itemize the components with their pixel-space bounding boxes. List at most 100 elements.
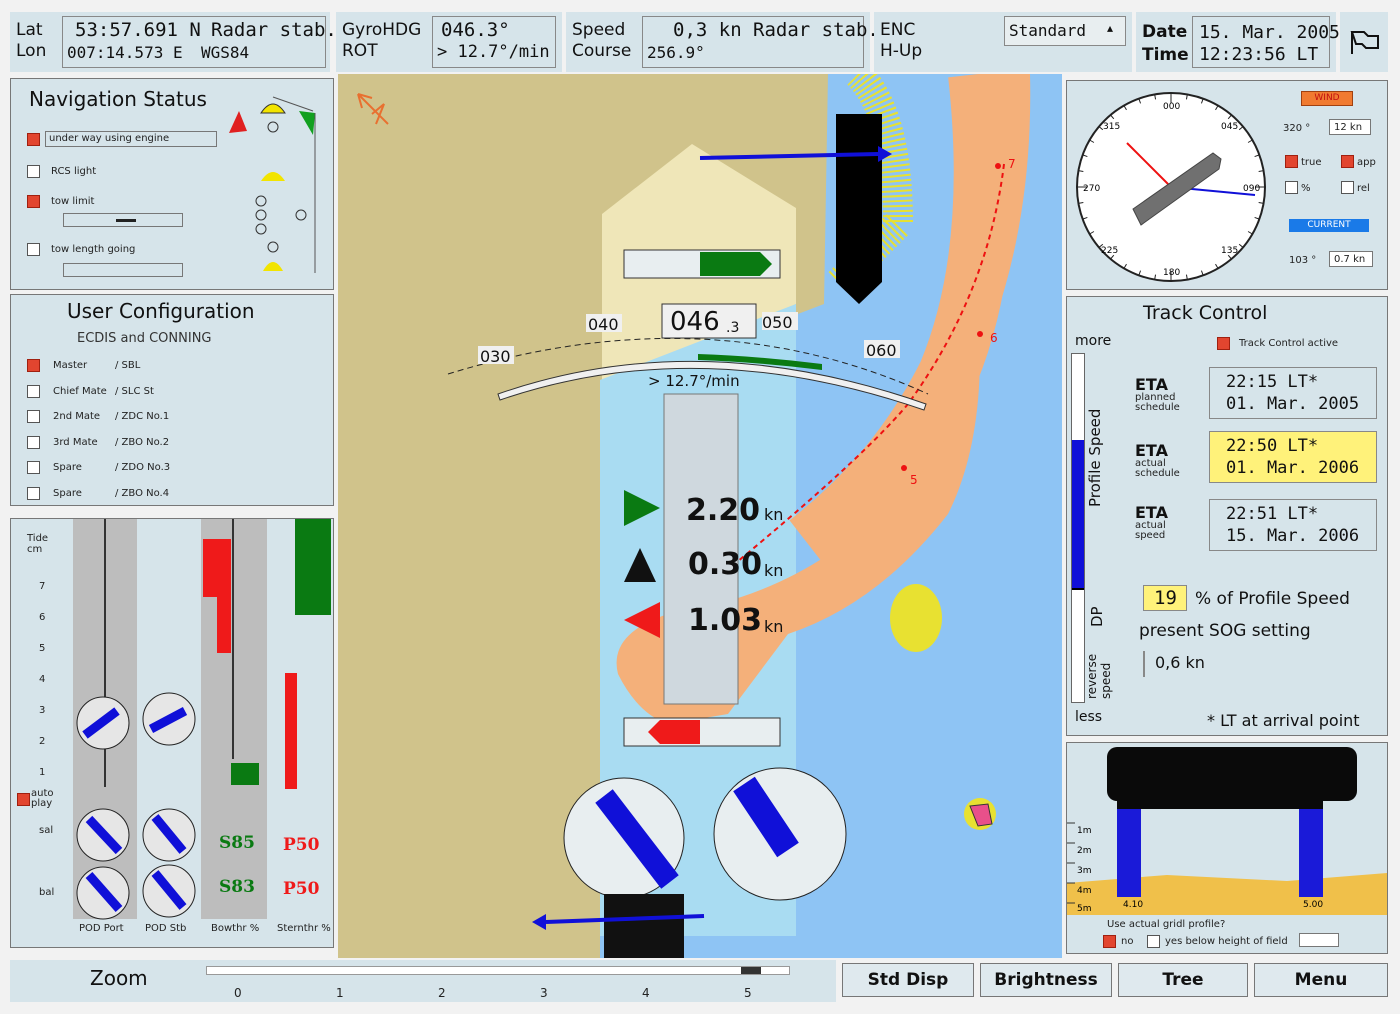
speed-ahead-bar <box>700 252 772 276</box>
bal-label: bal <box>39 887 55 898</box>
eta1-sub: planned schedule <box>1135 392 1180 413</box>
scale-label: Tide cm <box>27 533 49 555</box>
user-configuration-panel: User Configuration ECDIS and CONNING Mas… <box>10 294 334 506</box>
enc-cell: ENC H-Up Standard ▴ <box>874 12 1132 72</box>
scale-tick: 3 <box>39 705 46 716</box>
user-role-label: Master <box>53 360 88 371</box>
time-value: 12:23:56 LT <box>1199 44 1319 65</box>
eta3-sub: actual speed <box>1135 520 1166 541</box>
display-mode-value: Standard <box>1009 21 1087 40</box>
user-station-label: / ZBO No.2 <box>115 436 170 448</box>
long-speed: 2.20 <box>686 493 760 528</box>
depth-2: 2m <box>1077 846 1092 856</box>
compass-ne: 045 <box>1221 122 1238 132</box>
lon-value: 007:14.573 E <box>67 43 183 62</box>
user-config-checkbox[interactable] <box>27 461 40 474</box>
nav-checkbox-2[interactable] <box>27 195 40 208</box>
compass-w: 270 <box>1083 184 1100 194</box>
user-config-checkbox[interactable] <box>27 384 40 398</box>
wp-label-0: 7 <box>1008 157 1016 171</box>
zoom-tick: 0 <box>234 986 242 1000</box>
display-mode-select[interactable]: Standard ▴ <box>1004 16 1126 46</box>
wind-rel-checkbox[interactable] <box>1341 181 1354 194</box>
user-config-checkbox[interactable] <box>27 410 40 423</box>
stern-value: P50 <box>283 835 320 855</box>
nautical-chart[interactable]: 7 6 5 046 .3 040 050 030 060 > 12.7°/min… <box>338 74 1062 958</box>
wind-compass[interactable]: 000 045 090 135 180 225 270 315 <box>1071 87 1271 287</box>
percent-field[interactable]: 19 <box>1143 585 1187 611</box>
hdg-tick-040: 040 <box>588 315 619 334</box>
wind-true-checkbox[interactable] <box>1285 155 1298 168</box>
zoom-tick: 5 <box>744 986 752 1000</box>
zoom-tick: 1 <box>336 986 344 1000</box>
eta2-box: 22:50 LT* 01. Mar. 2006 <box>1209 431 1377 483</box>
tree-button[interactable]: Tree <box>1118 963 1248 997</box>
clearance-no-label: no <box>1121 936 1134 947</box>
speed-mode: Radar stab. <box>753 19 879 41</box>
user-config-checkbox[interactable] <box>27 486 40 500</box>
brightness-button[interactable]: Brightness <box>980 963 1112 997</box>
eta2-time: 22:50 LT* <box>1226 436 1319 456</box>
std-disp-button[interactable]: Std Disp <box>842 963 974 997</box>
nav-item-0-slot[interactable]: under way using engine <box>45 131 217 147</box>
flag-cell[interactable] <box>1340 12 1388 72</box>
pod-port-dial[interactable] <box>76 696 130 750</box>
eta3-box: 22:51 LT* 15. Mar. 2006 <box>1209 499 1377 551</box>
flag-icon[interactable] <box>1348 26 1382 56</box>
auto-play-checkbox[interactable] <box>17 793 30 806</box>
auto-play-label: auto play <box>31 788 54 809</box>
clearance-yes-checkbox[interactable] <box>1147 935 1160 948</box>
bowthr-bar-red-2 <box>217 597 231 653</box>
user-role-label: Chief Mate <box>53 385 107 397</box>
depth-3: 3m <box>1077 866 1092 876</box>
nav-checkbox-3[interactable] <box>27 243 40 256</box>
clearance-question: Use actual gridl profile? <box>1107 919 1226 930</box>
wind-dir: 320 ° <box>1283 123 1311 134</box>
zoom-tick: 4 <box>642 986 650 1000</box>
zoom-thumb[interactable] <box>741 967 761 974</box>
tow-limit-slider[interactable] <box>63 213 183 227</box>
user-role-label: 2nd Mate <box>53 411 101 422</box>
trans-speed: 0.30 <box>688 547 762 582</box>
course-label: Course <box>572 41 632 61</box>
clearance-no-checkbox[interactable] <box>1103 935 1116 948</box>
profile-speed-gauge[interactable] <box>1071 353 1085 703</box>
datum: WGS84 <box>201 43 250 62</box>
nav-checkbox-0[interactable] <box>27 133 40 146</box>
gyro-value: 046.3° <box>441 19 510 41</box>
hdg-tick-060: 060 <box>866 341 897 360</box>
dp-marker <box>1072 588 1084 590</box>
wind-speed-field[interactable]: 12 kn <box>1329 119 1371 135</box>
nav-checkbox-1[interactable] <box>27 165 40 178</box>
user-config-checkbox[interactable] <box>27 435 40 449</box>
user-station-label: / ZBO No.4 <box>115 487 170 499</box>
pod-dials <box>76 692 196 920</box>
nav-item-2-label: tow limit <box>51 196 95 207</box>
wind-title: WIND <box>1301 91 1353 106</box>
eta2-date: 01. Mar. 2006 <box>1226 458 1360 478</box>
wind-app-checkbox[interactable] <box>1341 155 1354 168</box>
clearance-height-field[interactable] <box>1299 933 1339 947</box>
unit-2: kn <box>764 617 783 636</box>
pod-stb-dial[interactable] <box>142 692 196 746</box>
zoom-slider[interactable] <box>206 966 790 975</box>
chevron-up-icon: ▴ <box>1107 21 1114 35</box>
user-config-checkbox[interactable] <box>27 359 40 372</box>
col-pod-port: POD Port <box>79 923 124 934</box>
wind-pct-checkbox[interactable] <box>1285 181 1298 194</box>
user-config-title: User Configuration <box>67 299 255 323</box>
scale-tick: 7 <box>39 581 46 592</box>
date-value: 15. Mar. 2005 <box>1199 22 1340 43</box>
user-role-label: Spare <box>53 487 82 499</box>
wind-app-label: app <box>1357 157 1376 168</box>
tow-length-slider[interactable] <box>63 263 183 277</box>
current-speed-field[interactable]: 0.7 kn <box>1329 251 1373 267</box>
rot-indicator: > 12.7°/min <box>648 372 740 390</box>
clearance-diagram: 1m 2m 3m 4m 5m 4.10 5.00 <box>1067 747 1387 915</box>
footnote: * LT at arrival point <box>1207 711 1360 730</box>
track-active-checkbox[interactable] <box>1217 337 1230 350</box>
more-label: more <box>1075 333 1112 349</box>
rot-value: > 12.7°/min <box>437 42 550 62</box>
menu-button[interactable]: Menu <box>1254 963 1388 997</box>
moored-ship <box>836 114 882 282</box>
